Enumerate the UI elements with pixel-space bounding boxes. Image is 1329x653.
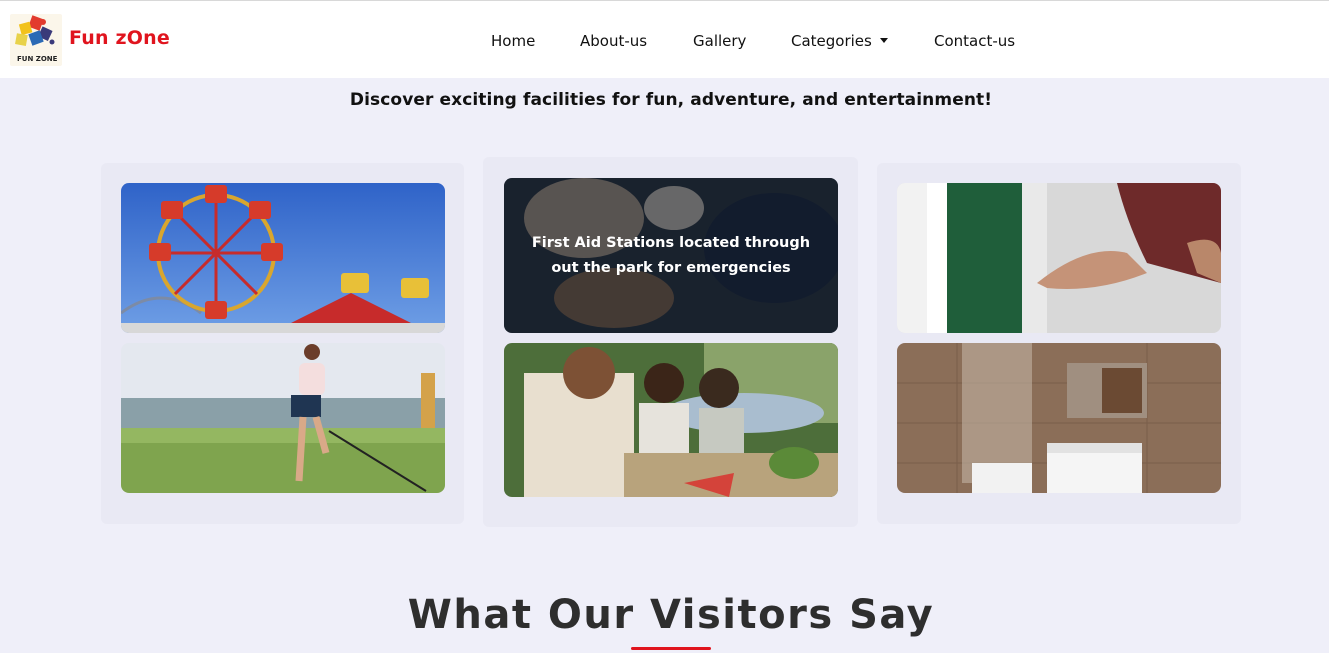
nav-about-us[interactable]: About-us [580,32,647,50]
logo-text: FUN ZONE [17,55,58,63]
tagline: Discover exciting facilities for fun, ad… [349,90,993,110]
navbar: FUN ZONE Fun zOne Home About-us Gallery … [0,0,1329,78]
brand-name[interactable]: Fun zOne [69,27,170,49]
golf-image[interactable] [121,343,445,493]
nav-home[interactable]: Home [491,32,535,50]
picnic-image[interactable] [504,343,838,497]
amusement-ride-image[interactable] [121,183,445,333]
first-aid-caption: First Aid Stations located through out t… [531,234,811,276]
amusement-ride-picture [121,183,445,333]
hand-wash-picture [897,183,1221,333]
testimonials-title: What Our Visitors Say [407,592,935,638]
first-aid-card[interactable]: First Aid Stations located through out t… [504,178,838,333]
golf-picture [121,343,445,493]
hand-wash-image[interactable] [897,183,1221,333]
restroom-image[interactable] [897,343,1221,493]
first-aid-overlay: First Aid Stations located through out t… [504,178,838,333]
title-underline [631,647,711,650]
caret-down-icon [879,38,888,43]
restroom-picture [897,343,1221,493]
nav-contact-us[interactable]: Contact-us [934,32,1015,50]
nav-gallery[interactable]: Gallery [693,32,746,50]
logo[interactable]: FUN ZONE [10,14,62,66]
nav-categories-label: Categories [791,32,872,50]
nav-categories-dropdown[interactable]: Categories [791,32,888,50]
picnic-picture [504,343,838,497]
